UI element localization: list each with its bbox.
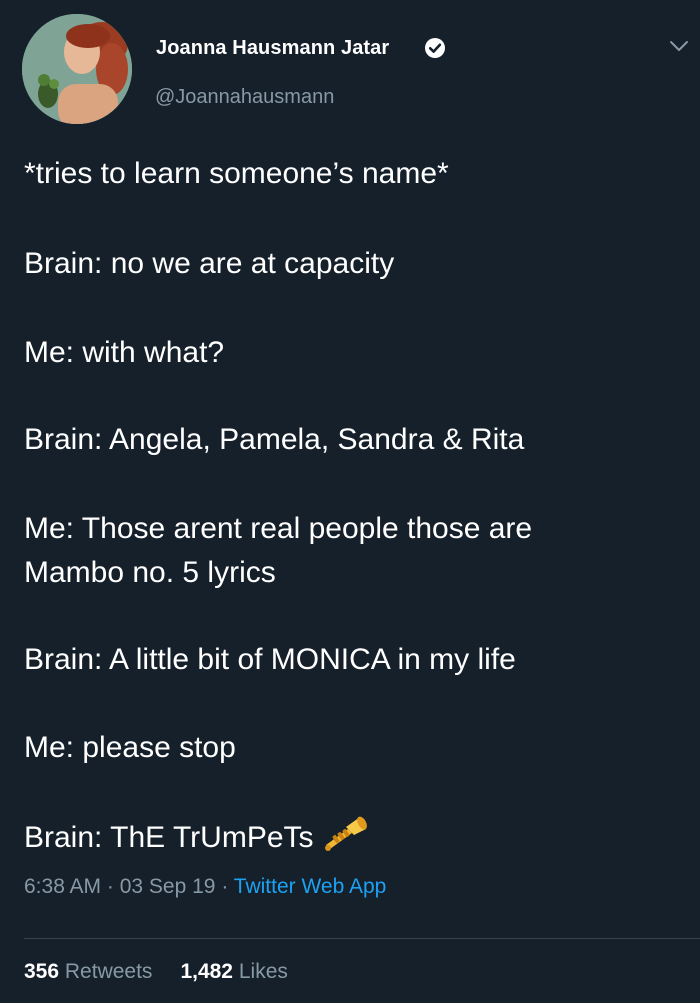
tweet-text-line: Brain: no we are at capacity (24, 247, 395, 280)
tweet-text-line: Me: with what? (24, 336, 225, 369)
tweet-text-line: Me: please stop (24, 731, 236, 764)
tweet-text-line: Mambo no. 5 lyrics (24, 556, 276, 589)
avatar[interactable] (22, 14, 132, 124)
tweet-card: Joanna Hausmann Jatar @Joannahausmann *t… (0, 0, 700, 1003)
tweet-timestamp-row: 6:38 AM · 03 Sep 19 · Twitter Web App (24, 875, 386, 899)
meta-separator: · (101, 875, 120, 898)
author-handle[interactable]: @Joannahausmann (155, 86, 334, 109)
tweet-stats: 356 Retweets 1,482 Likes (24, 960, 316, 984)
tweet-text-line: Brain: Angela, Pamela, Sandra & Rita (24, 423, 525, 456)
tweet-text-line: *tries to learn someone’s name* (24, 157, 449, 190)
meta-separator: · (215, 875, 234, 898)
tweet-text-line: Brain: ThE TrUmPeTs (24, 821, 314, 854)
source-app-link[interactable]: Twitter Web App (234, 875, 387, 898)
author-name[interactable]: Joanna Hausmann Jatar (156, 37, 389, 60)
likes-label: Likes (238, 960, 288, 983)
retweets-count: 356 (24, 960, 60, 983)
tweet-text-last-line: Brain: ThE TrUmPeTs (24, 815, 368, 860)
avatar-photo (22, 14, 132, 124)
likes-count: 1,482 (180, 960, 233, 983)
likes-stat[interactable]: 1,482 Likes (180, 960, 287, 983)
tweet-text-line: Me: Those arent real people those are (24, 512, 533, 545)
trumpet-icon (324, 816, 367, 851)
retweets-stat[interactable]: 356 Retweets (24, 960, 152, 983)
verified-badge-icon (425, 38, 445, 58)
tweet-text-line: Brain: A little bit of MONICA in my life (24, 643, 516, 676)
chevron-down-icon[interactable] (667, 34, 691, 58)
divider (24, 938, 700, 939)
tweet-date[interactable]: 03 Sep 19 (120, 875, 216, 898)
tweet-time[interactable]: 6:38 AM (24, 875, 101, 898)
retweets-label: Retweets (64, 960, 153, 983)
